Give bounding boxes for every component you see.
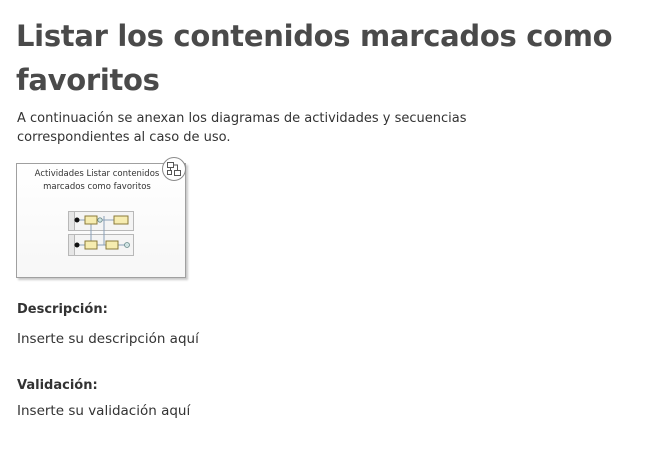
description-text: Inserte su descripción aquí (17, 331, 199, 347)
diagram-title: Actividades Listar contenidos marcados c… (34, 169, 160, 192)
description-label: Descripción: (17, 302, 108, 317)
diagram-link-icon[interactable] (162, 157, 186, 181)
activity-diagram-card[interactable]: Actividades Listar contenidos marcados c… (16, 157, 186, 278)
validation-label: Validación: (17, 378, 98, 393)
validation-text: Inserte su validación aquí (17, 403, 191, 419)
page-title: Listar los contenidos marcados como favo… (16, 19, 613, 97)
intro-text: A continuación se anexan los diagramas d… (17, 111, 467, 145)
diagram-thumbnail-icon (68, 211, 134, 256)
